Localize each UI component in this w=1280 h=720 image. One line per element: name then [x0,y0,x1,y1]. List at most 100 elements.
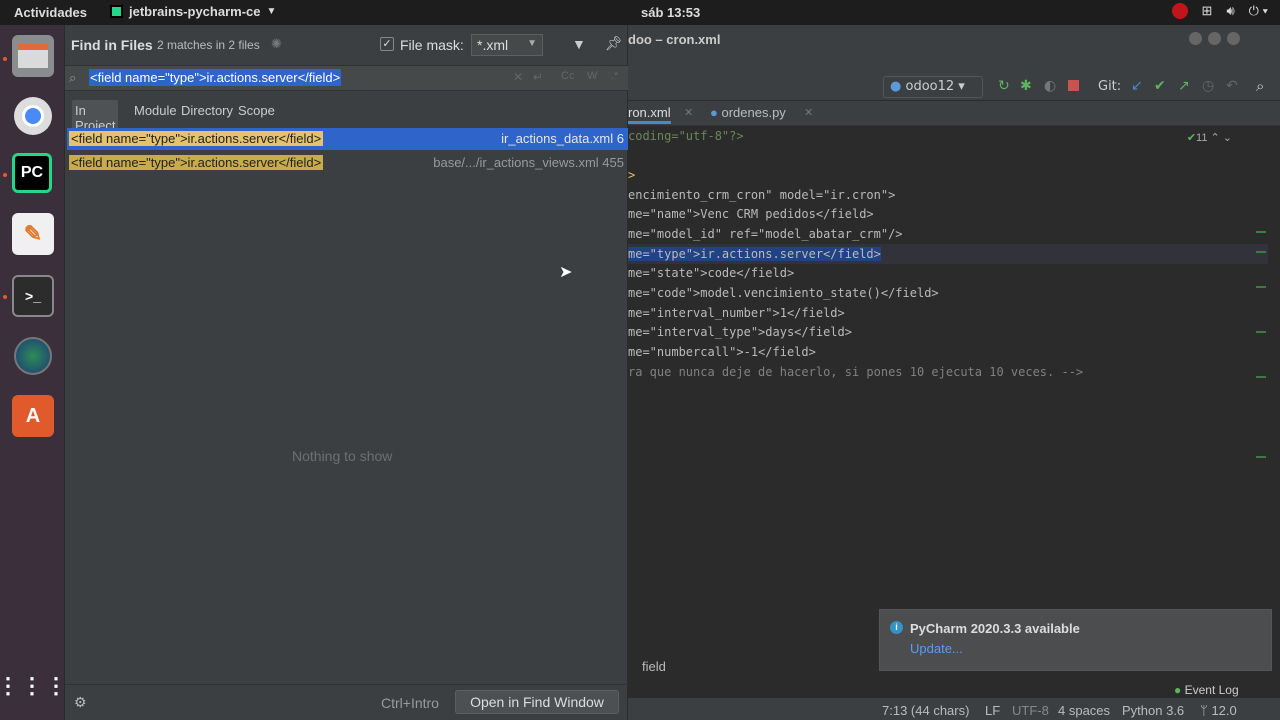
inspection-widget[interactable]: ✔11 ⌃ ⌄ [1187,131,1232,144]
editor-tabs: ron.xml ✕ ● ordenes.py ✕ [626,101,1280,126]
window-title: doo – cron.xml [628,32,721,47]
debug-icon[interactable]: ✱ [1020,78,1032,94]
caret-position[interactable]: 7:13 (44 chars) [882,703,969,718]
rollback-icon[interactable]: ↶ [1226,78,1238,94]
system-top-bar: Actividades jetbrains-pycharm-ce ▼ sáb 1… [0,0,1280,25]
code-line: coding="utf-8"?> [628,126,744,146]
code-line: me="interval_number">1</field> [628,303,845,323]
newline-icon[interactable]: ↵ [533,70,543,84]
code-text: me="code">model.vencimiento_state()</fie… [628,286,939,300]
files-icon[interactable] [12,35,54,77]
window-controls [1189,32,1240,45]
pycharm-small-icon [110,5,123,18]
search-input[interactable]: <field name="type">ir.actions.server</fi… [89,69,342,86]
file-mask-value: *.xml [477,37,509,53]
power-icon[interactable]: ⏻ ▾ [1249,3,1268,19]
indent-setting[interactable]: 4 spaces [1058,703,1110,718]
pin-icon[interactable]: 📌︎ [605,35,623,52]
tab-ordenes-py[interactable]: ● ordenes.py [710,105,786,120]
mouse-cursor-icon: ➤ [559,264,573,281]
stop-icon[interactable] [1068,80,1079,91]
vcs-branch[interactable]: ᛘ 12.0 [1200,703,1237,718]
git-update-icon[interactable]: ↙ [1131,78,1143,94]
inspection-count: 11 [1196,132,1208,144]
match-case-toggle[interactable]: Cc [561,70,574,82]
regex-toggle[interactable]: .* [611,70,618,82]
clock[interactable]: sáb 13:53 [641,5,700,20]
dock: PC ✎ >_ A ⋮⋮⋮ [0,25,67,720]
code-line: me="code">model.vencimiento_state()</fie… [628,283,939,303]
search-everywhere-icon[interactable]: ⌕ [1256,77,1264,95]
close-tab-icon[interactable]: ✕ [684,106,693,119]
software-center-icon[interactable]: A [12,395,54,437]
maximize-icon[interactable] [1208,32,1221,45]
open-in-find-window-button[interactable]: Open in Find Window [455,690,619,714]
git-commit-icon[interactable]: ✔ [1154,78,1166,94]
code-line: me="interval_type">days</field> [628,322,852,342]
tab-label: ordenes.py [721,105,786,120]
grid-icon[interactable]: ⋮⋮⋮ [0,665,67,707]
scope-custom[interactable]: Scope [235,100,278,121]
search-field[interactable]: ⌕ <field name="type">ir.actions.server</… [65,65,628,91]
code-line: ra que nunca deje de hacerlo, si pones 1… [628,362,1083,382]
app-menu-label: jetbrains-pycharm-ce [129,4,261,19]
code-text: me="interval_type">days</field> [628,325,852,339]
popup-title: Find in Files [71,37,153,53]
search-icon: ⌕ [69,70,77,85]
activities-button[interactable]: Actividades [14,5,87,20]
chromium-icon[interactable] [12,95,54,137]
event-log-label: Event Log [1184,683,1239,697]
volume-icon[interactable]: 🔊︎ [1226,3,1234,19]
coverage-icon[interactable]: ◐ [1044,78,1056,94]
preview-empty-message: Nothing to show [292,448,393,464]
whole-words-toggle[interactable]: W [587,70,597,82]
system-tray: ⊞ 🔊︎ ⏻ ▾ [1171,3,1268,19]
pycharm-icon[interactable]: PC [12,153,52,193]
line-separator[interactable]: LF [985,703,1000,718]
code-text: me="interval_number">1</field> [628,306,845,320]
update-link[interactable]: Update... [910,641,963,656]
code-editor[interactable]: ✔11 ⌃ ⌄ coding="utf-8"?> > encimiento_cr… [626,126,1268,656]
scope-directory[interactable]: Directory [178,100,236,121]
record-indicator-icon[interactable] [1171,3,1188,19]
scope-module[interactable]: Module [131,100,180,121]
tab-label: ron.xml [628,105,671,120]
file-mask-select[interactable]: *.xml ▼ [471,34,543,56]
code-text: > [628,168,636,182]
close-tab-icon[interactable]: ✕ [804,106,813,119]
result-row[interactable]: <field name="type">ir.actions.server</fi… [67,128,628,150]
event-log-button[interactable]: ● Event Log [1174,683,1239,697]
file-encoding[interactable]: UTF-8 [1012,703,1049,718]
chevron-down-icon: ▼ [266,6,277,17]
python-interpreter[interactable]: Python 3.6 [1122,703,1184,718]
history-icon[interactable]: ◷ [1202,78,1214,94]
status-bar: 7:13 (44 chars) LF UTF-8 4 spaces Python… [626,698,1280,720]
git-push-icon[interactable]: ↗ [1178,78,1190,94]
git-label: Git: [1098,79,1122,94]
browser-globe-icon[interactable] [12,335,54,377]
code-line: me="model_id" ref="model_abatar_crm"/> [628,224,903,244]
run-config-select[interactable]: ● odoo12 ▾ [883,76,983,98]
ide-toolbar: ● odoo12 ▾ ↻ ✱ ◐ Git: ↙ ✔ ↗ ◷ ↶ ⌕ [626,55,1280,101]
network-icon[interactable]: ⊞ [1202,3,1213,19]
terminal-icon[interactable]: >_ [12,275,54,317]
close-icon[interactable] [1227,32,1240,45]
loading-spinner-icon: ✺ [271,36,282,51]
scroll-marker [1256,331,1266,333]
file-mask-checkbox[interactable]: ✓ [380,37,394,51]
code-text: me="type">ir.actions.server</field> [628,247,881,261]
result-row[interactable]: <field name="type">ir.actions.server</fi… [67,152,628,174]
filter-icon[interactable]: ▼ [572,36,586,52]
find-in-files-popup: Find in Files 2 matches in 2 files ✺ ✓ F… [65,25,628,720]
settings-gear-icon[interactable]: ⚙ [74,694,87,711]
text-editor-icon[interactable]: ✎ [12,213,54,255]
breadcrumb-item[interactable]: field [642,659,666,674]
minimize-icon[interactable] [1189,32,1202,45]
tab-cron-xml[interactable]: ron.xml [628,105,671,124]
running-indicator [3,295,7,299]
shortcut-hint: Ctrl+Intro [381,695,439,711]
match-count: 2 matches in 2 files [157,38,260,52]
rerun-icon[interactable]: ↻ [998,78,1010,94]
app-menu[interactable]: jetbrains-pycharm-ce ▼ [110,4,276,19]
clear-icon[interactable]: ✕ [513,70,523,84]
